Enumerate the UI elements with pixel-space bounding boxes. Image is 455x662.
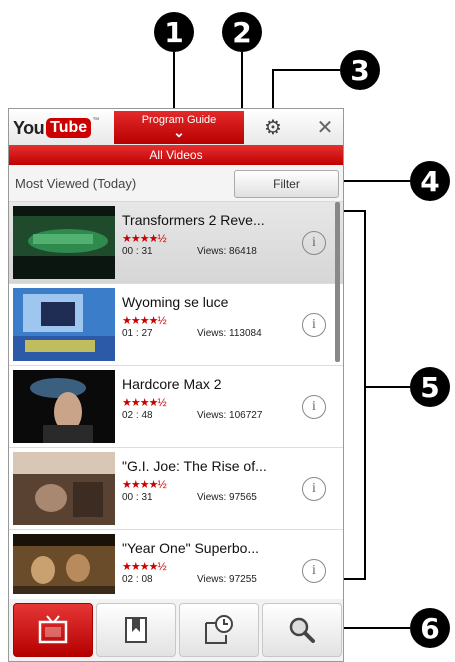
info-icon[interactable]: i	[302, 395, 326, 419]
rating-stars: ★★★★½	[122, 397, 167, 409]
chevron-down-icon: ⌄	[173, 124, 185, 140]
list-item[interactable]: Transformers 2 Reve... ★★★★½ 00 : 31 Vie…	[9, 202, 343, 284]
tab-programs[interactable]	[13, 603, 93, 657]
logo-tm: ™	[92, 117, 100, 124]
video-views: Views: 106727	[197, 410, 263, 421]
top-bar: You Tube ™ Program Guide ⌄ ⚙ ✕	[9, 109, 343, 145]
video-thumbnail	[13, 288, 115, 361]
info-icon[interactable]: i	[302, 559, 326, 583]
logo-you: You	[13, 117, 45, 138]
video-duration: 01 : 27	[122, 328, 153, 339]
callout-line-5	[364, 386, 410, 388]
tab-bookmarks[interactable]	[96, 603, 176, 657]
bracket-bottom	[342, 578, 366, 580]
video-views: Views: 113084	[197, 328, 262, 339]
info-icon[interactable]: i	[302, 231, 326, 255]
video-thumbnail	[13, 206, 115, 279]
callout-3: 3	[340, 50, 380, 90]
program-guide-button[interactable]: Program Guide ⌄	[114, 111, 244, 144]
video-views: Views: 97255	[197, 574, 257, 585]
video-list: Transformers 2 Reve... ★★★★½ 00 : 31 Vie…	[9, 202, 343, 594]
bookmark-icon	[125, 617, 147, 643]
logo-tube: Tube	[46, 118, 92, 138]
youtube-app-screen: You Tube ™ Program Guide ⌄ ⚙ ✕ All Video…	[8, 108, 344, 662]
callout-label: 4	[420, 164, 440, 198]
rating-stars: ★★★★½	[122, 479, 167, 491]
youtube-logo: You Tube ™	[13, 117, 99, 139]
filter-button[interactable]: Filter	[234, 170, 339, 198]
info-icon[interactable]: i	[302, 477, 326, 501]
rating-stars: ★★★★½	[122, 233, 167, 245]
list-item[interactable]: "G.I. Joe: The Rise of... ★★★★½ 00 : 31 …	[9, 448, 343, 530]
list-item[interactable]: Hardcore Max 2 ★★★★½ 02 : 48 Views: 1067…	[9, 366, 343, 448]
tv-icon	[38, 615, 68, 644]
list-item[interactable]: Wyoming se luce ★★★★½ 01 : 27 Views: 113…	[9, 284, 343, 366]
video-title: "Year One" Superbo...	[122, 540, 260, 556]
rating-stars: ★★★★½	[122, 315, 167, 327]
filter-bar: Most Viewed (Today) Filter	[9, 165, 343, 202]
tab-history[interactable]	[179, 603, 259, 657]
callout-line-3	[272, 69, 340, 71]
video-views: Views: 86418	[197, 246, 257, 257]
bottom-tab-bar	[9, 599, 343, 661]
callout-label: 2	[232, 15, 252, 49]
callout-label: 3	[350, 53, 370, 87]
callout-2: 2	[222, 12, 262, 52]
video-title: Wyoming se luce	[122, 294, 229, 310]
category-bar[interactable]: All Videos	[9, 145, 343, 165]
rating-stars: ★★★★½	[122, 561, 167, 573]
gear-icon[interactable]: ⚙	[261, 115, 285, 139]
video-duration: 02 : 08	[122, 574, 153, 585]
sort-label: Most Viewed (Today)	[15, 176, 137, 191]
video-title: Hardcore Max 2	[122, 376, 222, 392]
close-icon[interactable]: ✕	[313, 115, 337, 139]
search-icon	[289, 617, 315, 643]
video-title: "G.I. Joe: The Rise of...	[122, 458, 267, 474]
video-duration: 00 : 31	[122, 492, 153, 503]
video-title: Transformers 2 Reve...	[122, 212, 265, 228]
video-thumbnail	[13, 534, 115, 594]
callout-label: 1	[164, 15, 184, 49]
callout-5: 5	[410, 367, 450, 407]
callout-6: 6	[410, 608, 450, 648]
info-icon[interactable]: i	[302, 313, 326, 337]
tab-search[interactable]	[262, 603, 342, 657]
video-thumbnail	[13, 370, 115, 443]
video-duration: 02 : 48	[122, 410, 153, 421]
scrollbar[interactable]	[335, 202, 340, 362]
history-icon	[205, 615, 233, 644]
list-item[interactable]: "Year One" Superbo... ★★★★½ 02 : 08 View…	[9, 530, 343, 594]
video-duration: 00 : 31	[122, 246, 153, 257]
callout-label: 6	[420, 611, 440, 645]
video-views: Views: 97565	[197, 492, 257, 503]
callout-4: 4	[410, 161, 450, 201]
video-thumbnail	[13, 452, 115, 525]
bracket-vertical	[364, 210, 366, 580]
bracket-top	[342, 210, 366, 212]
callout-1: 1	[154, 12, 194, 52]
callout-label: 5	[420, 370, 440, 404]
